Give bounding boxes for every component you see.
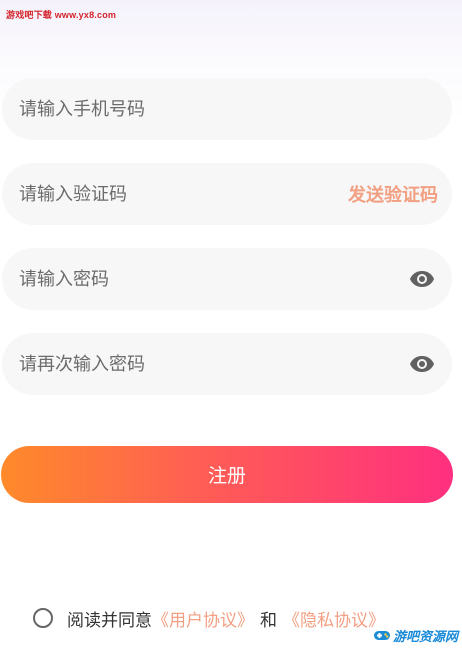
watermark-bottom-text: 游吧资源网 [392, 629, 458, 645]
agreement-prefix: 阅读并同意 [67, 610, 152, 631]
gamepad-logo-icon [373, 631, 390, 640]
password-visibility-toggle[interactable] [408, 265, 436, 293]
agreement-and-text: 和 [260, 610, 277, 631]
eye-icon [410, 356, 434, 372]
confirm-password-visibility-toggle[interactable] [408, 350, 436, 378]
eye-icon [410, 271, 434, 287]
confirm-password-input[interactable] [19, 333, 408, 395]
phone-input[interactable] [19, 78, 438, 140]
confirm-password-field[interactable] [2, 333, 452, 395]
verification-code-input[interactable] [19, 163, 348, 225]
agreement-row: 阅读并同意 《用户协议》 和 《隐私协议》 [33, 603, 385, 633]
user-agreement-link[interactable]: 《用户协议》 [152, 606, 254, 631]
watermark-bottom: 游吧资源网 [373, 624, 458, 646]
password-input[interactable] [19, 248, 408, 310]
send-code-button[interactable]: 发送验证码 [348, 181, 438, 207]
watermark-top: 游戏吧下载 www.yx8.com [6, 10, 117, 20]
agreement-radio[interactable] [33, 608, 53, 628]
register-button[interactable]: 注册 [1, 446, 453, 503]
privacy-policy-link[interactable]: 《隐私协议》 [283, 606, 385, 631]
password-field[interactable] [2, 248, 452, 310]
phone-field[interactable] [2, 78, 452, 140]
verification-code-field[interactable]: 发送验证码 [2, 163, 452, 225]
